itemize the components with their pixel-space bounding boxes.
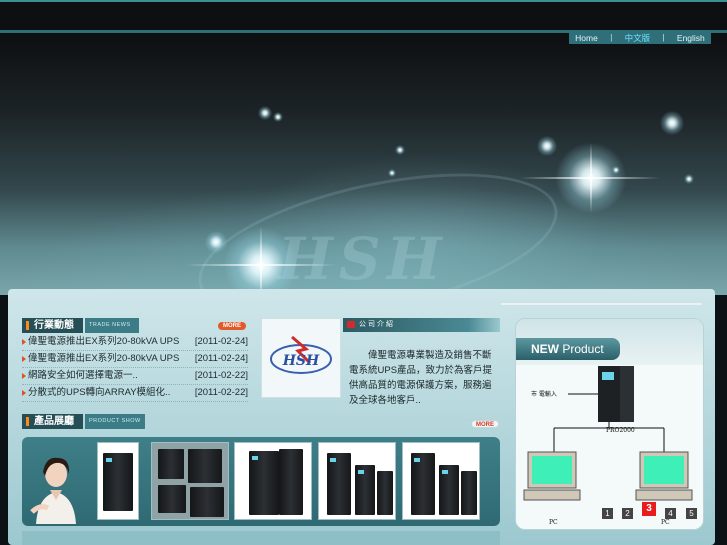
news-heading: 行業動態 <box>22 318 83 333</box>
diagram-pc-left-label: PC <box>549 519 558 526</box>
sparkle-small <box>205 231 227 253</box>
battery-image <box>158 449 184 479</box>
page: HSH Home | 中文版 | English 行業動態 TRADE NEWS… <box>0 0 727 545</box>
sparkle-small <box>273 112 283 122</box>
product-thumbnail[interactable] <box>97 442 139 520</box>
product-thumbnail[interactable] <box>151 442 229 520</box>
pager-button-2[interactable]: 2 <box>622 508 633 519</box>
pager-button-3[interactable]: 3 <box>642 502 656 516</box>
news-heading-text: 行業動態 <box>34 320 74 331</box>
diagram-server-label: PRO2000 <box>606 427 635 434</box>
ups-image <box>411 453 435 515</box>
company-logo[interactable]: HSH <box>261 318 341 398</box>
pager-button-1[interactable]: 1 <box>602 508 613 519</box>
products-more-button[interactable]: MORE <box>471 420 499 428</box>
company-heading: 公司介紹 <box>359 321 395 328</box>
ups-image <box>103 453 133 511</box>
sparkle-small <box>684 174 694 184</box>
company-logo-graphic: HSH <box>270 335 332 374</box>
sparkle-small <box>537 136 557 156</box>
company-header: 公司介紹 <box>343 318 500 332</box>
products-heading-sub: PRODUCT SHOW <box>85 414 145 429</box>
news-heading-sub: TRADE NEWS <box>85 318 139 333</box>
battery-image <box>188 449 222 483</box>
ups-image <box>327 453 351 515</box>
product-thumbnail[interactable] <box>234 442 312 520</box>
spokesperson-image <box>30 457 76 524</box>
flag-icon <box>347 321 355 328</box>
news-item[interactable]: 網路安全如何選擇電源一.. [2011-02-22] <box>22 368 248 385</box>
pager-button-5[interactable]: 5 <box>686 508 697 519</box>
diagram-pc-right-label: PC <box>661 519 670 526</box>
bullet-arrow-icon <box>22 339 26 345</box>
ups-image <box>461 471 477 515</box>
sparkle-small <box>395 145 405 155</box>
products-header: 產品展廳 PRODUCT SHOW <box>22 414 248 429</box>
news-item[interactable]: 偉聖電源推出EX系列20-80kVA UPS [2011-02-24] <box>22 351 248 368</box>
sparkle-small <box>388 169 396 177</box>
news-item-title[interactable]: 網路安全如何選擇電源一.. <box>28 368 138 384</box>
product-thumbnail[interactable] <box>318 442 396 520</box>
news-item-title[interactable]: 偉聖電源推出EX系列20-80kVA UPS <box>28 351 179 367</box>
news-item-title[interactable]: 偉聖電源推出EX系列20-80kVA UPS <box>28 334 179 350</box>
ups-image <box>249 451 279 515</box>
news-item[interactable]: 偉聖電源推出EX系列20-80kVA UPS [2011-02-24] <box>22 334 248 351</box>
new-product-title-bold: NEW <box>531 342 559 356</box>
banner-logo: HSH <box>278 225 448 293</box>
diagram-input-label: 市 電輸入 <box>531 391 557 398</box>
battery-image <box>190 487 224 517</box>
nav-separator: | <box>662 33 665 42</box>
top-bar <box>0 0 727 31</box>
news-item-date: [2011-02-22] <box>194 370 248 381</box>
bottom-bar <box>22 531 500 545</box>
news-heading-marker <box>26 321 29 330</box>
nav-home-link[interactable]: Home <box>575 33 598 43</box>
ups-image <box>355 465 375 515</box>
company-intro-text[interactable]: 偉聖電源專業製造及銷售不斷電系統UPS產品，致力於為客戶提供高品質的電源保護方案… <box>349 348 497 408</box>
hero-banner: HSH <box>0 33 727 346</box>
news-item-date: [2011-02-22] <box>194 387 248 398</box>
sparkle-small <box>660 111 684 135</box>
new-product-title-rest: Product <box>559 342 604 356</box>
news-more-button[interactable]: MORE <box>218 322 246 330</box>
nav-chinese-link[interactable]: 中文版 <box>625 32 651 44</box>
nav-separator: | <box>610 33 613 42</box>
product-thumbnail[interactable] <box>402 442 480 520</box>
new-product-title: NEW Product <box>516 338 620 360</box>
news-item-date: [2011-02-24] <box>194 336 248 347</box>
products-heading-text: 產品展廳 <box>34 416 74 427</box>
ups-network-diagram[interactable] <box>522 364 698 514</box>
bullet-arrow-icon <box>22 356 26 362</box>
news-item-date: [2011-02-24] <box>194 353 248 364</box>
ups-image <box>279 449 303 515</box>
sparkle-small <box>612 166 620 174</box>
pager-button-4[interactable]: 4 <box>665 508 676 519</box>
ups-image <box>439 465 459 515</box>
products-heading: 產品展廳 <box>22 414 83 429</box>
nav-english-link[interactable]: English <box>677 33 705 43</box>
bullet-arrow-icon <box>22 373 26 379</box>
content-divider <box>501 303 702 305</box>
sparkle-small <box>258 106 272 120</box>
products-heading-marker <box>26 417 29 426</box>
bullet-arrow-icon <box>22 390 26 396</box>
ups-image <box>377 471 393 515</box>
news-header: 行業動態 TRADE NEWS <box>22 318 248 333</box>
sparkle-flare <box>590 143 592 213</box>
news-item-title[interactable]: 分散式的UPS轉向ARRAY模組化.. <box>28 385 170 401</box>
battery-image <box>158 485 186 513</box>
company-logo-text: HSH <box>282 353 320 369</box>
top-nav: Home | 中文版 | English <box>569 31 711 44</box>
news-item[interactable]: 分散式的UPS轉向ARRAY模組化.. [2011-02-22] <box>22 385 248 402</box>
